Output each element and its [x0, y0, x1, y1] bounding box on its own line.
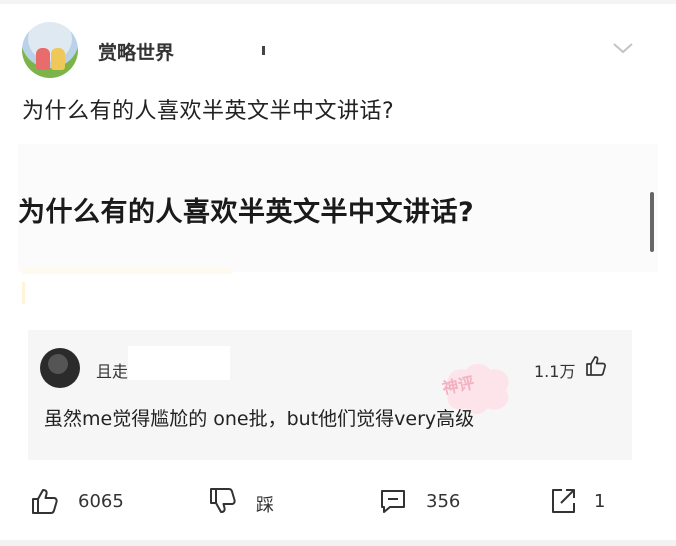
hot-comment[interactable]: 且走 神评 1.1万 虽然me觉得尴尬的 one批，but他们觉得very高级: [28, 330, 632, 460]
image-edge: [22, 268, 232, 274]
image-edge-mark: [22, 282, 25, 304]
author-name[interactable]: 赏略世界: [98, 38, 174, 65]
dislike-label: 踩: [256, 495, 274, 516]
post-question[interactable]: 为什么有的人喜欢半英文半中文讲话?: [22, 93, 394, 125]
commenter-name[interactable]: 且走: [96, 358, 128, 382]
dislike-button[interactable]: 踩: [208, 470, 288, 532]
like-count: 6065: [78, 491, 124, 512]
bottom-divider: [0, 540, 676, 546]
post-card: 赏略世界 为什么有的人喜欢半英文半中文讲话? 为什么有的人喜欢半英文半中文讲话?…: [0, 0, 676, 546]
thumbs-down-icon: [210, 488, 236, 513]
text-cursor-mark: [262, 46, 265, 55]
commenter-avatar[interactable]: [40, 348, 80, 388]
like-button[interactable]: 6065: [30, 470, 140, 532]
thumbs-up-icon[interactable]: [584, 354, 608, 378]
chevron-down-icon[interactable]: [612, 40, 634, 56]
embedded-image[interactable]: 为什么有的人喜欢半英文半中文讲话?: [18, 144, 658, 272]
share-button[interactable]: 1: [548, 470, 628, 532]
share-count: 1: [594, 491, 606, 512]
comment-count: 356: [426, 491, 461, 512]
comment-icon: [381, 490, 405, 513]
avatar-figure: [36, 48, 50, 70]
embedded-title: 为什么有的人喜欢半英文半中文讲话?: [18, 197, 475, 228]
avatar-figure: [51, 48, 65, 70]
scrollbar[interactable]: [650, 192, 654, 252]
thumbs-up-icon: [32, 489, 58, 514]
comment-button[interactable]: 356: [378, 470, 488, 532]
action-bar: 6065 踩 356 1: [0, 470, 676, 532]
top-divider: [0, 0, 676, 4]
author-avatar[interactable]: [22, 22, 78, 78]
redaction-box: [128, 346, 230, 380]
share-icon: [552, 489, 575, 513]
comment-text: 虽然me觉得尴尬的 one批，but他们觉得very高级: [44, 408, 475, 430]
comment-like-count: 1.1万: [534, 362, 576, 381]
